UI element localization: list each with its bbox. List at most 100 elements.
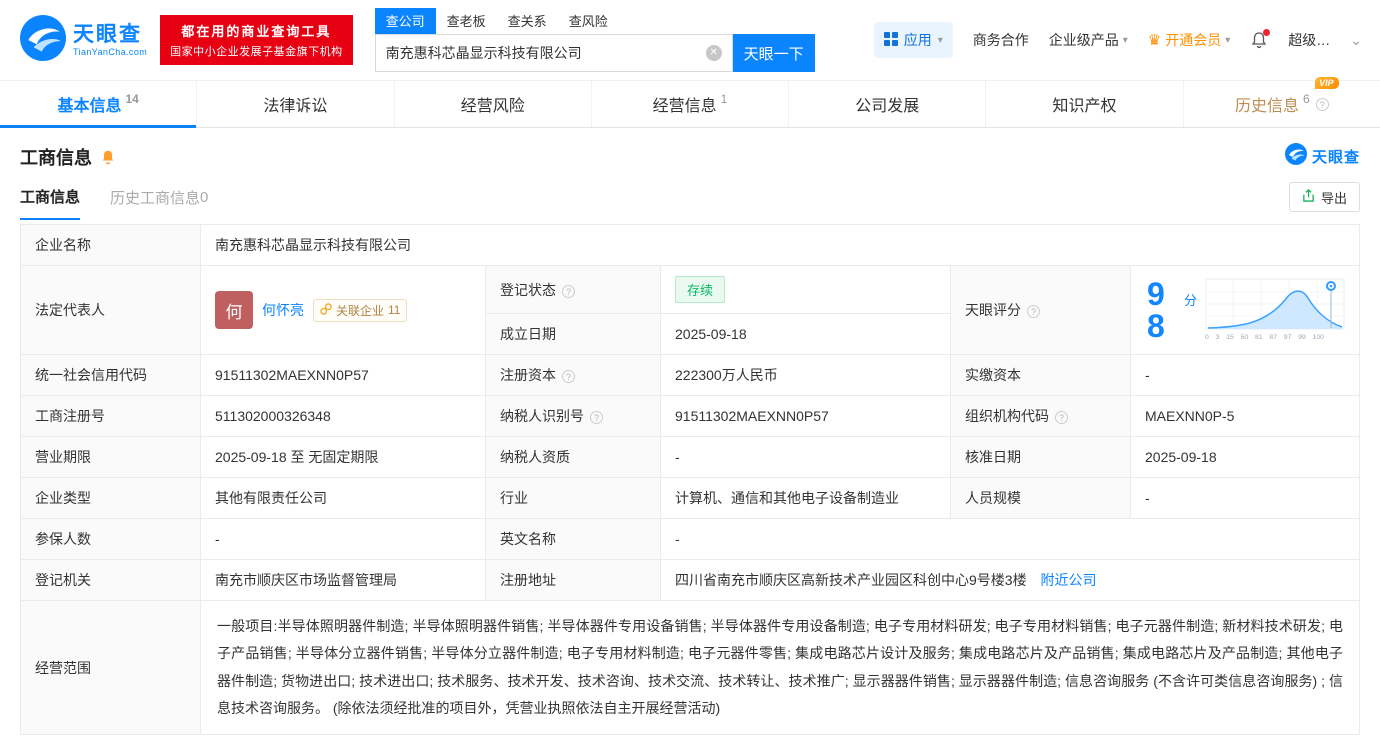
nearby-companies-link[interactable]: 附近公司: [1040, 572, 1096, 588]
legal-rep-link[interactable]: 何怀亮: [262, 300, 304, 320]
related-companies-badge[interactable]: 关联企业 11: [313, 298, 408, 322]
subtab-history-business-info[interactable]: 历史工商信息 0: [110, 174, 208, 220]
tab-label: 经营风险: [460, 98, 525, 115]
page: 天眼查 TianYanCha.com 都在用的商业查询工具 国家中小企业发展子基…: [0, 0, 1380, 736]
org-code-value: MAEXNN0P-5: [1130, 395, 1360, 437]
field-label: 核准日期: [950, 436, 1131, 478]
chevron-down-icon[interactable]: ⌄: [1350, 32, 1362, 49]
industry-value: 计算机、通信和其他电子设备制造业: [660, 477, 951, 519]
tab-history-info[interactable]: 历史信息 6 VIP ?: [1182, 77, 1380, 127]
score-cell: 98 分 0 3 15 50 81 87 97 99 100: [1130, 265, 1360, 355]
reg-address-value: 四川省南充市顺庆区高新技术产业园区科创中心9号楼3楼: [675, 572, 1027, 588]
help-icon[interactable]: ?: [1055, 411, 1068, 424]
axis-tick: 87: [1269, 333, 1277, 341]
tianyancha-logo-icon: [20, 14, 66, 66]
company-type-value: 其他有限责任公司: [200, 477, 486, 519]
tianyancha-watermark-label: 天眼查: [1311, 149, 1360, 166]
notifications-bell-icon[interactable]: [1250, 29, 1271, 49]
tab-count: 6: [1302, 92, 1310, 106]
insured-count-value: -: [200, 518, 486, 560]
vip-badge: VIP: [1315, 77, 1339, 89]
table-row: 法定代表人 何 何怀亮 关联企业 11 登记状态 ? 存续 天眼评分 ? 98 …: [20, 265, 1360, 355]
approval-date-value: 2025-09-18: [1130, 436, 1360, 478]
axis-tick: 15: [1226, 333, 1234, 341]
business-cooperation-link[interactable]: 商务合作: [973, 30, 1029, 50]
export-label: 导出: [1320, 190, 1347, 206]
related-companies-count: 11: [388, 303, 401, 317]
field-label-text: 注册资本: [500, 367, 556, 383]
help-icon[interactable]: ?: [590, 411, 603, 424]
score-chart: 0 3 15 50 81 87 97 99 100: [1205, 278, 1345, 342]
axis-tick: 99: [1298, 333, 1306, 341]
axis-tick: 3: [1215, 333, 1220, 341]
table-row: 营业期限 2025-09-18 至 无固定期限 纳税人资质 - 核准日期 202…: [20, 436, 1360, 478]
super-vip-menu[interactable]: 超级…: [1288, 30, 1330, 50]
help-icon[interactable]: ?: [562, 284, 575, 298]
tab-basic-info[interactable]: 基本信息 14: [0, 81, 197, 128]
tab-label: 经营信息: [652, 98, 717, 115]
tab-legal-litigation[interactable]: 法律诉讼: [196, 81, 393, 127]
reg-number-value: 511302000326348: [200, 395, 486, 437]
search-tab-relation[interactable]: 查关系: [497, 8, 558, 34]
field-label: 企业类型: [20, 477, 201, 519]
table-row: 统一社会信用代码 91511302MAEXNN0P57 注册资本? 222300…: [20, 354, 1360, 396]
clear-icon[interactable]: ✕: [705, 45, 722, 61]
chain-icon: [320, 302, 332, 318]
field-label: 登记机关: [20, 559, 201, 601]
search-tab-company[interactable]: 查公司: [374, 8, 436, 34]
company-name-value: 南充惠科芯晶显示科技有限公司: [200, 224, 1360, 266]
table-row: 登记机关 南充市顺庆区市场监督管理局 注册地址 四川省南充市顺庆区高新技术产业园…: [20, 559, 1360, 601]
tab-company-development[interactable]: 公司发展: [788, 81, 985, 127]
subtab-business-info[interactable]: 工商信息: [20, 174, 81, 220]
field-label: 注册资本?: [485, 354, 661, 396]
company-nav: 基本信息 14 法律诉讼 经营风险 经营信息 1 公司发展 知识产权 历史信息 6 V…: [0, 77, 1380, 128]
paid-capital-value: -: [1130, 354, 1360, 396]
export-icon: [1302, 189, 1315, 205]
field-label: 参保人数: [20, 518, 201, 560]
apps-menu[interactable]: 应用 ▾: [873, 22, 953, 58]
tab-operation-risk[interactable]: 经营风险: [393, 81, 591, 127]
tab-operation-info[interactable]: 经营信息 1: [590, 81, 788, 127]
enterprise-products-menu[interactable]: 企业级产品 ▾: [1049, 30, 1128, 50]
status-badge: 存续: [675, 276, 726, 303]
header-menu: 应用 ▾ 商务合作 企业级产品 ▾ ♛ 开通会员 ▾ 超级… ⌄: [873, 22, 1362, 58]
business-info-table: 企业名称 南充惠科芯晶显示科技有限公司 法定代表人 何 何怀亮 关联企业 11 …: [20, 224, 1360, 736]
tab-label: 基本信息: [57, 98, 122, 115]
search-input[interactable]: [375, 45, 706, 61]
help-icon[interactable]: ?: [1027, 305, 1040, 318]
tab-intellectual-property[interactable]: 知识产权: [985, 81, 1182, 127]
field-label: 经营范围: [20, 599, 201, 736]
axis-tick: 97: [1283, 333, 1292, 341]
subtab-count: 0: [200, 188, 209, 206]
field-label-text: 登记状态: [500, 281, 556, 298]
search-button[interactable]: 天眼一下: [732, 34, 815, 72]
search-tab-boss[interactable]: 查老板: [436, 8, 497, 34]
related-companies-label: 关联企业: [336, 303, 385, 318]
table-row: 参保人数 - 英文名称 -: [20, 518, 1360, 560]
search-tab-risk[interactable]: 查风险: [558, 8, 619, 34]
field-label: 统一社会信用代码: [20, 354, 201, 396]
help-icon[interactable]: ?: [562, 370, 575, 383]
tianyancha-logo[interactable]: 天眼查 TianYanCha.com: [20, 14, 147, 66]
slogan-badge: 都在用的商业查询工具 国家中小企业发展子基金旗下机构: [160, 15, 353, 65]
section-title: 工商信息: [20, 147, 92, 168]
reg-status-cell: 存续: [660, 265, 951, 314]
subscribe-bell-icon[interactable]: [100, 149, 116, 165]
field-label: 注册地址: [485, 559, 661, 601]
help-icon[interactable]: ?: [1315, 97, 1329, 111]
legal-rep-cell: 何 何怀亮 关联企业 11: [200, 265, 486, 355]
field-label: 实缴资本: [950, 354, 1131, 396]
avatar[interactable]: 何: [215, 291, 253, 329]
export-button[interactable]: 导出: [1288, 182, 1360, 212]
tianyancha-watermark: 天眼查: [1284, 143, 1360, 170]
score-unit: 分: [1183, 293, 1197, 308]
table-row: 经营范围 一般项目:半导体照明器件制造; 半导体照明器件销售; 半导体器件专用设…: [20, 599, 1360, 736]
brand-name: 天眼查: [73, 22, 142, 46]
axis-tick: 100: [1312, 333, 1324, 341]
slogan-line2: 国家中小企业发展子基金旗下机构: [170, 46, 343, 58]
field-label: 法定代表人: [20, 265, 201, 355]
field-label: 营业期限: [20, 436, 201, 478]
reg-authority-value: 南充市顺庆区市场监督管理局: [200, 559, 486, 601]
apps-menu-label: 应用: [903, 32, 932, 48]
open-vip-menu[interactable]: ♛ 开通会员 ▾: [1148, 30, 1230, 50]
